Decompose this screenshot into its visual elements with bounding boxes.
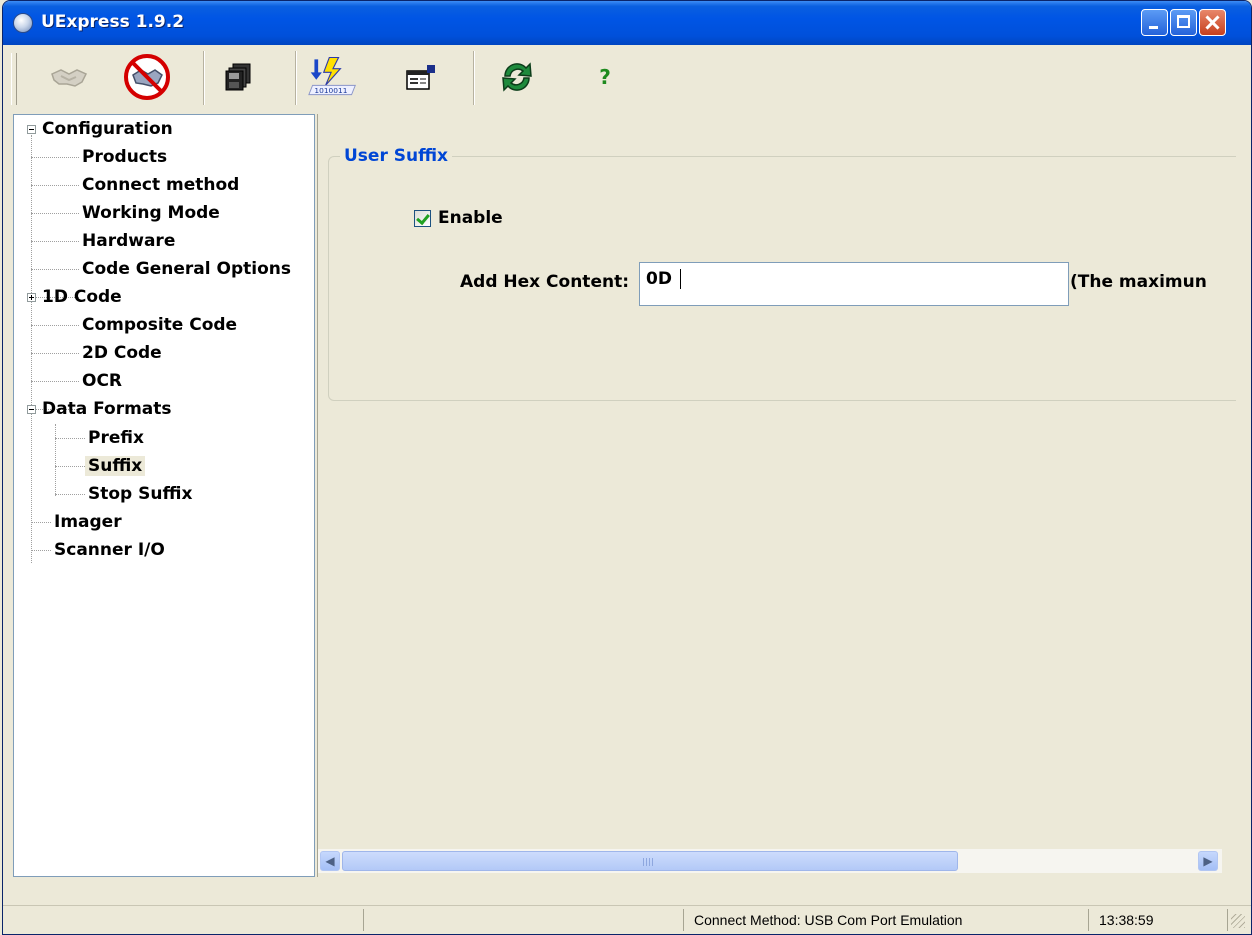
configuration-tree[interactable]: Configuration Products Connect method Wo… [13, 114, 315, 877]
close-button[interactable] [1199, 9, 1226, 36]
download-button[interactable]: 1010011 [307, 51, 359, 103]
checkmark-icon [416, 210, 430, 226]
grip-icon [643, 858, 655, 866]
collapse-data-formats-icon[interactable] [27, 405, 36, 414]
title-bar[interactable]: UExpress 1.9.2 [3, 1, 1251, 45]
tree-item-data-formats[interactable]: Data Formats [42, 396, 172, 422]
tree-item-suffix[interactable]: Suffix [85, 453, 146, 479]
scrollbar-thumb[interactable] [342, 851, 958, 871]
expand-1d-code-icon[interactable] [27, 293, 36, 302]
minimize-button[interactable] [1141, 9, 1168, 36]
tree-item-scanner-io[interactable]: Scanner I/O [54, 537, 165, 563]
chevron-left-icon: ◀ [325, 854, 335, 868]
collapse-configuration-icon[interactable] [27, 125, 36, 134]
settings-panel: User Suffix Enable Add Hex Content: 0D (… [317, 114, 1236, 877]
horizontal-scrollbar[interactable]: ◀ ▶ [318, 849, 1222, 873]
scroll-left-button[interactable]: ◀ [320, 851, 340, 871]
text-caret [679, 269, 681, 289]
help-button[interactable]: ? [579, 51, 631, 103]
toolbar-separator [473, 51, 475, 105]
status-pane-empty [363, 909, 683, 931]
refresh-icon [502, 62, 532, 92]
hex-content-value: 0D [646, 269, 672, 289]
connect-icon [51, 69, 88, 87]
scroll-right-button[interactable]: ▶ [1198, 851, 1218, 871]
tree-item-connect-method[interactable]: Connect method [82, 172, 239, 198]
window-title: UExpress 1.9.2 [41, 12, 185, 32]
enable-checkbox[interactable] [414, 210, 431, 227]
tree-item-prefix[interactable]: Prefix [88, 425, 144, 451]
connect-button[interactable] [43, 51, 95, 103]
tree-item-configuration[interactable]: Configuration [42, 116, 173, 142]
toolbar-separator [203, 51, 205, 105]
tree-item-products[interactable]: Products [82, 144, 167, 170]
download-icon-text: 1010011 [314, 86, 347, 95]
tree-item-working-mode[interactable]: Working Mode [82, 200, 220, 226]
tree-item-1d-code[interactable]: 1D Code [42, 284, 122, 310]
resize-grip-icon[interactable] [1231, 914, 1245, 928]
tree-item-stop-suffix[interactable]: Stop Suffix [88, 481, 192, 507]
enable-label[interactable]: Enable [438, 208, 503, 228]
maximize-icon [1177, 15, 1190, 28]
tree-item-code-general-options[interactable]: Code General Options [82, 256, 291, 282]
save-button[interactable] [213, 51, 265, 103]
properties-button[interactable] [395, 51, 447, 103]
tree-item-imager[interactable]: Imager [54, 509, 122, 535]
status-connect-method: Connect Method: USB Com Port Emulation [683, 909, 1083, 931]
tree-item-2d-code[interactable]: 2D Code [82, 340, 162, 366]
maximize-button[interactable] [1170, 9, 1197, 36]
disconnect-button[interactable] [121, 51, 173, 103]
disconnect-icon [124, 54, 170, 100]
toolbar-separator [295, 51, 297, 105]
app-icon[interactable] [13, 13, 33, 33]
tree-item-hardware[interactable]: Hardware [82, 228, 175, 254]
tree-item-composite-code[interactable]: Composite Code [82, 312, 237, 338]
toolbar-grip[interactable] [11, 53, 17, 105]
properties-icon [406, 65, 435, 90]
minimize-icon [1149, 26, 1158, 29]
hex-content-label: Add Hex Content: [460, 272, 629, 292]
tree-item-ocr[interactable]: OCR [82, 368, 122, 394]
help-icon: ? [599, 65, 611, 89]
group-title: User Suffix [340, 146, 453, 166]
maximum-hint: (The maximun [1070, 272, 1207, 292]
hex-content-input[interactable]: 0D [639, 262, 1069, 306]
toolbar: 1010011 ? [3, 45, 1251, 111]
status-time: 13:38:59 [1088, 909, 1228, 931]
save-icon [225, 63, 251, 91]
chevron-right-icon: ▶ [1203, 854, 1213, 868]
app-window: UExpress 1.9.2 1010011 ? Configuration P… [2, 0, 1252, 935]
refresh-button[interactable] [491, 51, 543, 103]
download-icon: 1010011 [308, 56, 356, 95]
status-bar: Connect Method: USB Com Port Emulation 1… [3, 905, 1251, 934]
